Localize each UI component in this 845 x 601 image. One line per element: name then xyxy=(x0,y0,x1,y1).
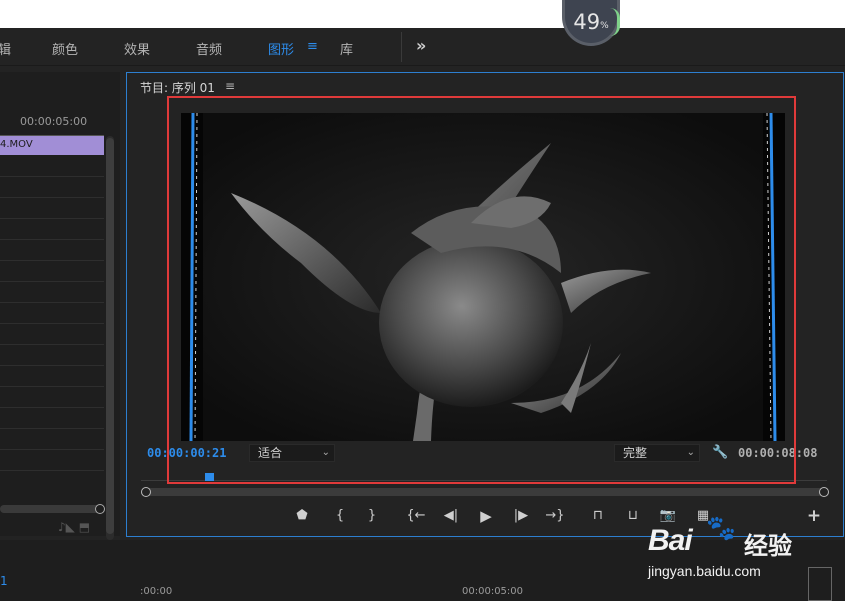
timeline-ruler-time: 00:00:05:00 xyxy=(20,115,88,128)
program-monitor-title: 节目: 序列 01 xyxy=(140,81,215,95)
timeline-left-panel: 00:00:05:00 4.MOV ♪◣ ⬒ xyxy=(0,72,120,540)
cpu-meter-unit: % xyxy=(600,20,609,31)
timeline-bottom-panel: 1 :00:00 00:00:05:00 xyxy=(0,540,845,601)
track-line xyxy=(0,239,104,240)
mark-in-button[interactable]: { xyxy=(331,505,349,527)
program-monitor: 节目: 序列 01 ≡ 00:00:00:21 适合 ⌄ 完整 ⌄ 🔧 00:0… xyxy=(126,72,844,537)
ruler-time-mid: 00:00:05:00 xyxy=(462,586,524,597)
workspace-menu-icon[interactable]: ≡ xyxy=(307,39,318,54)
cpu-meter-value: 49 xyxy=(573,9,601,34)
track-line xyxy=(0,302,104,303)
extract-button[interactable]: ⊔ xyxy=(622,505,644,527)
wrench-icon[interactable]: 🔧 xyxy=(712,445,728,460)
workspace-bar: 辑 颜色 效果 音频 图形 ≡ 库 » xyxy=(0,28,845,66)
workspace-more-icon[interactable]: » xyxy=(416,36,426,55)
workspace-tab-libraries[interactable]: 库 xyxy=(340,39,353,58)
sequence-label[interactable]: 1 xyxy=(0,574,8,588)
workspace-divider xyxy=(401,32,402,62)
step-back-button[interactable]: ◀| xyxy=(440,505,462,527)
top-strip xyxy=(0,0,845,28)
scrollbar-thumb[interactable] xyxy=(106,138,114,534)
workspace-tab-color[interactable]: 颜色 xyxy=(52,39,78,58)
zoom-select[interactable]: 适合 ⌄ xyxy=(249,444,335,462)
track-line xyxy=(0,428,104,429)
playhead[interactable] xyxy=(205,473,214,481)
workspace-tab-audio[interactable]: 音频 xyxy=(196,39,222,58)
resolution-select-value: 完整 xyxy=(623,446,648,460)
track-line xyxy=(0,176,104,177)
workspace-tab-effects[interactable]: 效果 xyxy=(124,39,150,58)
scroll-box[interactable] xyxy=(808,567,832,601)
workspace-tab-editing[interactable]: 辑 xyxy=(0,39,11,58)
zoom-navigator[interactable] xyxy=(141,488,827,496)
audio-icon[interactable]: ♪◣ ⬒ xyxy=(58,520,90,534)
track-line xyxy=(0,407,104,408)
timeline-clip[interactable]: 4.MOV xyxy=(0,136,104,155)
step-forward-button[interactable]: |▶ xyxy=(510,505,532,527)
track-line xyxy=(0,218,104,219)
camera-icon[interactable]: 📷 xyxy=(657,505,679,527)
track-line xyxy=(0,260,104,261)
track-line xyxy=(0,365,104,366)
navigator-handle-right[interactable] xyxy=(819,487,829,497)
rose-image xyxy=(181,113,785,441)
track-line xyxy=(0,470,104,471)
chevron-down-icon: ⌄ xyxy=(321,447,330,458)
current-timecode[interactable]: 00:00:00:21 xyxy=(147,446,226,460)
duration-timecode: 00:00:08:08 xyxy=(738,446,818,460)
timeline-vertical-scrollbar[interactable] xyxy=(106,136,114,540)
scrub-ruler[interactable] xyxy=(141,469,827,489)
go-to-out-button[interactable]: →} xyxy=(544,505,566,527)
track-line xyxy=(0,449,104,450)
go-to-in-button[interactable]: {← xyxy=(405,505,427,527)
add-marker-button[interactable]: ⬟ xyxy=(293,505,311,527)
play-button[interactable]: ▶ xyxy=(475,505,497,527)
lift-button[interactable]: ⊓ xyxy=(587,505,609,527)
track-line xyxy=(0,386,104,387)
navigator-handle-left[interactable] xyxy=(141,487,151,497)
panel-menu-icon[interactable]: ≡ xyxy=(225,79,235,93)
chevron-down-icon: ⌄ xyxy=(686,447,695,458)
track-line xyxy=(0,281,104,282)
video-frame[interactable] xyxy=(181,113,785,441)
scrollbar-handle[interactable] xyxy=(95,504,105,514)
resolution-select[interactable]: 完整 ⌄ xyxy=(614,444,700,462)
zoom-select-value: 适合 xyxy=(258,446,283,460)
mark-out-button[interactable]: } xyxy=(363,505,381,527)
time-ruler[interactable] xyxy=(141,471,827,481)
track-line xyxy=(0,323,104,324)
timeline-clip-name: 4.MOV xyxy=(0,139,33,150)
track-line xyxy=(0,344,104,345)
compare-view-button[interactable]: ▦ xyxy=(692,505,714,527)
track-line xyxy=(0,197,104,198)
timeline-horizontal-scrollbar[interactable] xyxy=(0,505,102,513)
workspace-tab-graphics[interactable]: 图形 xyxy=(268,39,294,58)
add-button[interactable]: + xyxy=(803,505,825,527)
ruler-time-start: :00:00 xyxy=(140,586,173,597)
